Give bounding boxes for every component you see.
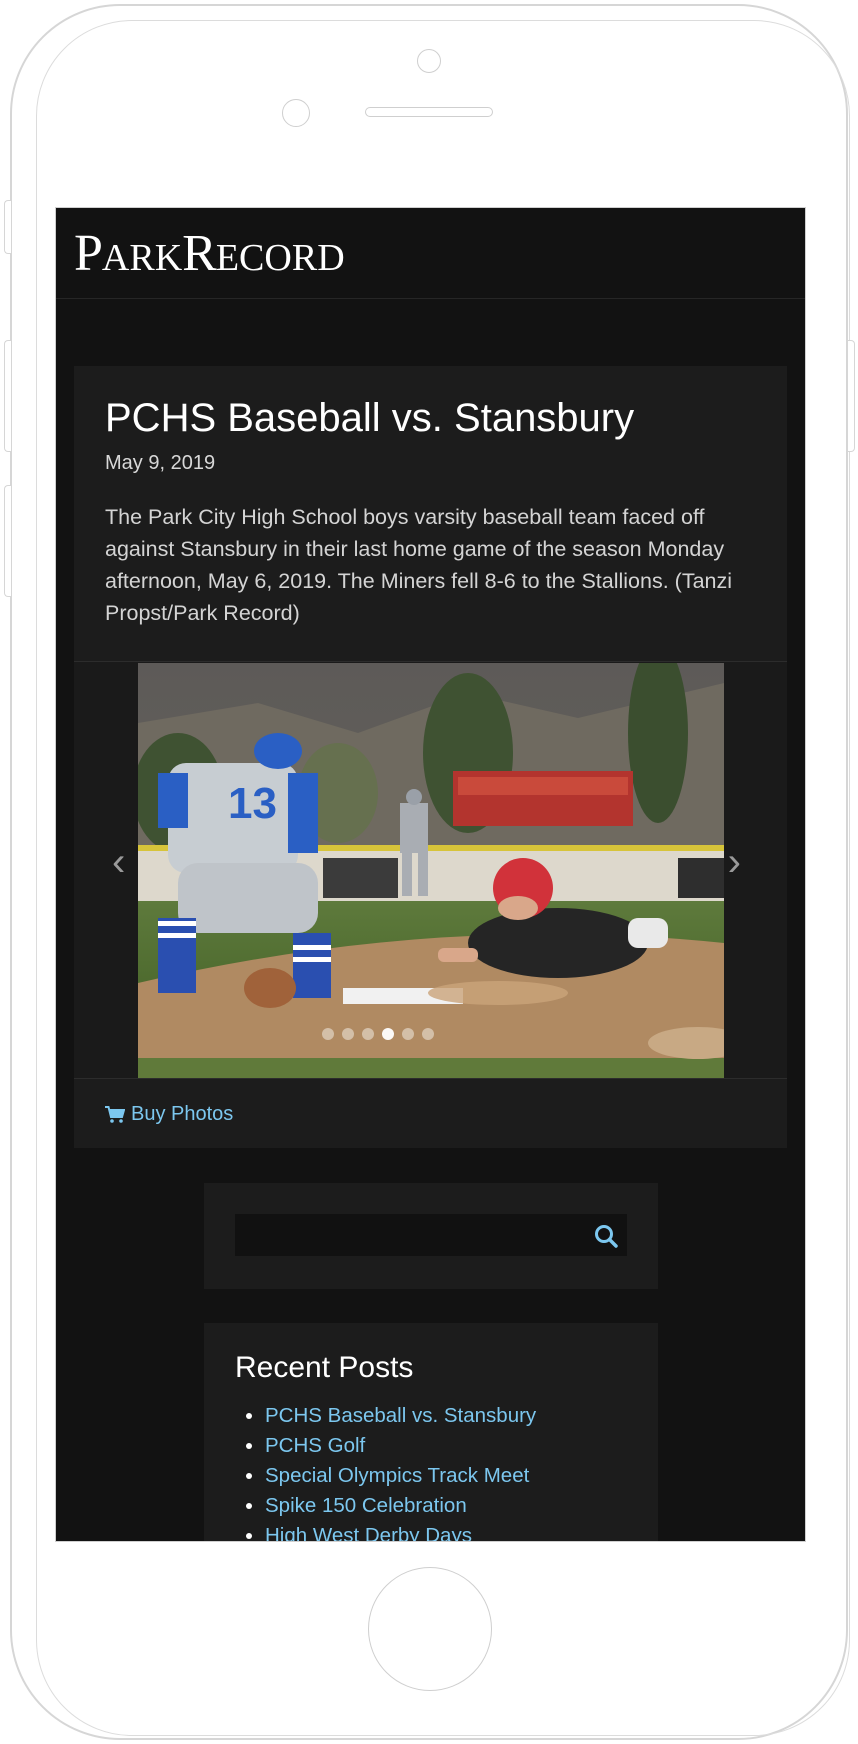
slide-indicator-dot[interactable] [422, 1028, 434, 1040]
slide-indicator-dot[interactable] [382, 1028, 394, 1040]
recent-post-link[interactable]: High West Derby Days [265, 1524, 472, 1541]
power-button [848, 340, 855, 452]
logo-letters-ecord: ECORD [215, 237, 345, 279]
volume-down-button [4, 485, 11, 597]
post-description: The Park City High School boys varsity b… [105, 505, 733, 625]
list-item: PCHS Golf [265, 1431, 536, 1461]
recent-posts-list: PCHS Baseball vs. Stansbury PCHS Golf Sp… [235, 1401, 536, 1541]
jersey-number: 13 [228, 779, 277, 828]
logo-letters-ark: ARK [101, 237, 183, 279]
search-input[interactable] [235, 1214, 575, 1256]
slide-indicator-dot[interactable] [362, 1028, 374, 1040]
home-button[interactable] [368, 1567, 492, 1691]
slide-indicators [322, 1028, 434, 1042]
recent-posts-widget: Recent Posts PCHS Baseball vs. Stansbury… [204, 1323, 658, 1541]
logo-letter-p: P [74, 225, 103, 282]
mute-switch [4, 200, 11, 254]
recent-post-link[interactable]: Spike 150 Celebration [265, 1494, 467, 1517]
list-item: PCHS Baseball vs. Stansbury [265, 1401, 536, 1431]
baseball-photo[interactable]: 13 [138, 663, 724, 1078]
shopping-cart-icon [105, 1105, 125, 1123]
next-slide-arrow-icon[interactable]: › [728, 842, 741, 882]
gallery-post-card: PCHS Baseball vs. Stansbury May 9, 2019 … [74, 366, 787, 1148]
photo-slider: 13 ‹ › [74, 661, 787, 1079]
buy-photos-link[interactable]: Buy Photos [105, 1103, 233, 1126]
buy-photos-label: Buy Photos [131, 1103, 234, 1125]
post-date: May 9, 2019 [105, 452, 216, 474]
post-title: PCHS Baseball vs. Stansbury [105, 396, 635, 440]
list-item: High West Derby Days [265, 1521, 536, 1541]
search-icon[interactable] [593, 1223, 619, 1249]
recent-post-link[interactable]: PCHS Baseball vs. Stansbury [265, 1404, 536, 1427]
park-record-logo[interactable]: PARKRECORD [74, 228, 345, 284]
slide-indicator-dot[interactable] [402, 1028, 414, 1040]
recent-post-link[interactable]: PCHS Golf [265, 1434, 365, 1457]
list-item: Spike 150 Celebration [265, 1491, 536, 1521]
proximity-sensor [282, 99, 310, 127]
list-item: Special Olympics Track Meet [265, 1461, 536, 1491]
volume-up-button [4, 340, 11, 452]
slide-indicator-dot[interactable] [342, 1028, 354, 1040]
search-box [235, 1214, 627, 1256]
site-header: PARKRECORD [56, 208, 805, 299]
front-camera [417, 49, 441, 73]
recent-posts-title: Recent Posts [235, 1351, 414, 1384]
earpiece-speaker [365, 107, 493, 117]
recent-post-link[interactable]: Special Olympics Track Meet [265, 1464, 529, 1487]
slide-indicator-dot[interactable] [322, 1028, 334, 1040]
search-widget [204, 1183, 658, 1289]
logo-letter-r: R [182, 225, 217, 282]
screen: PARKRECORD PCHS Baseball vs. Stansbury M… [55, 207, 806, 1542]
previous-slide-arrow-icon[interactable]: ‹ [112, 842, 125, 882]
